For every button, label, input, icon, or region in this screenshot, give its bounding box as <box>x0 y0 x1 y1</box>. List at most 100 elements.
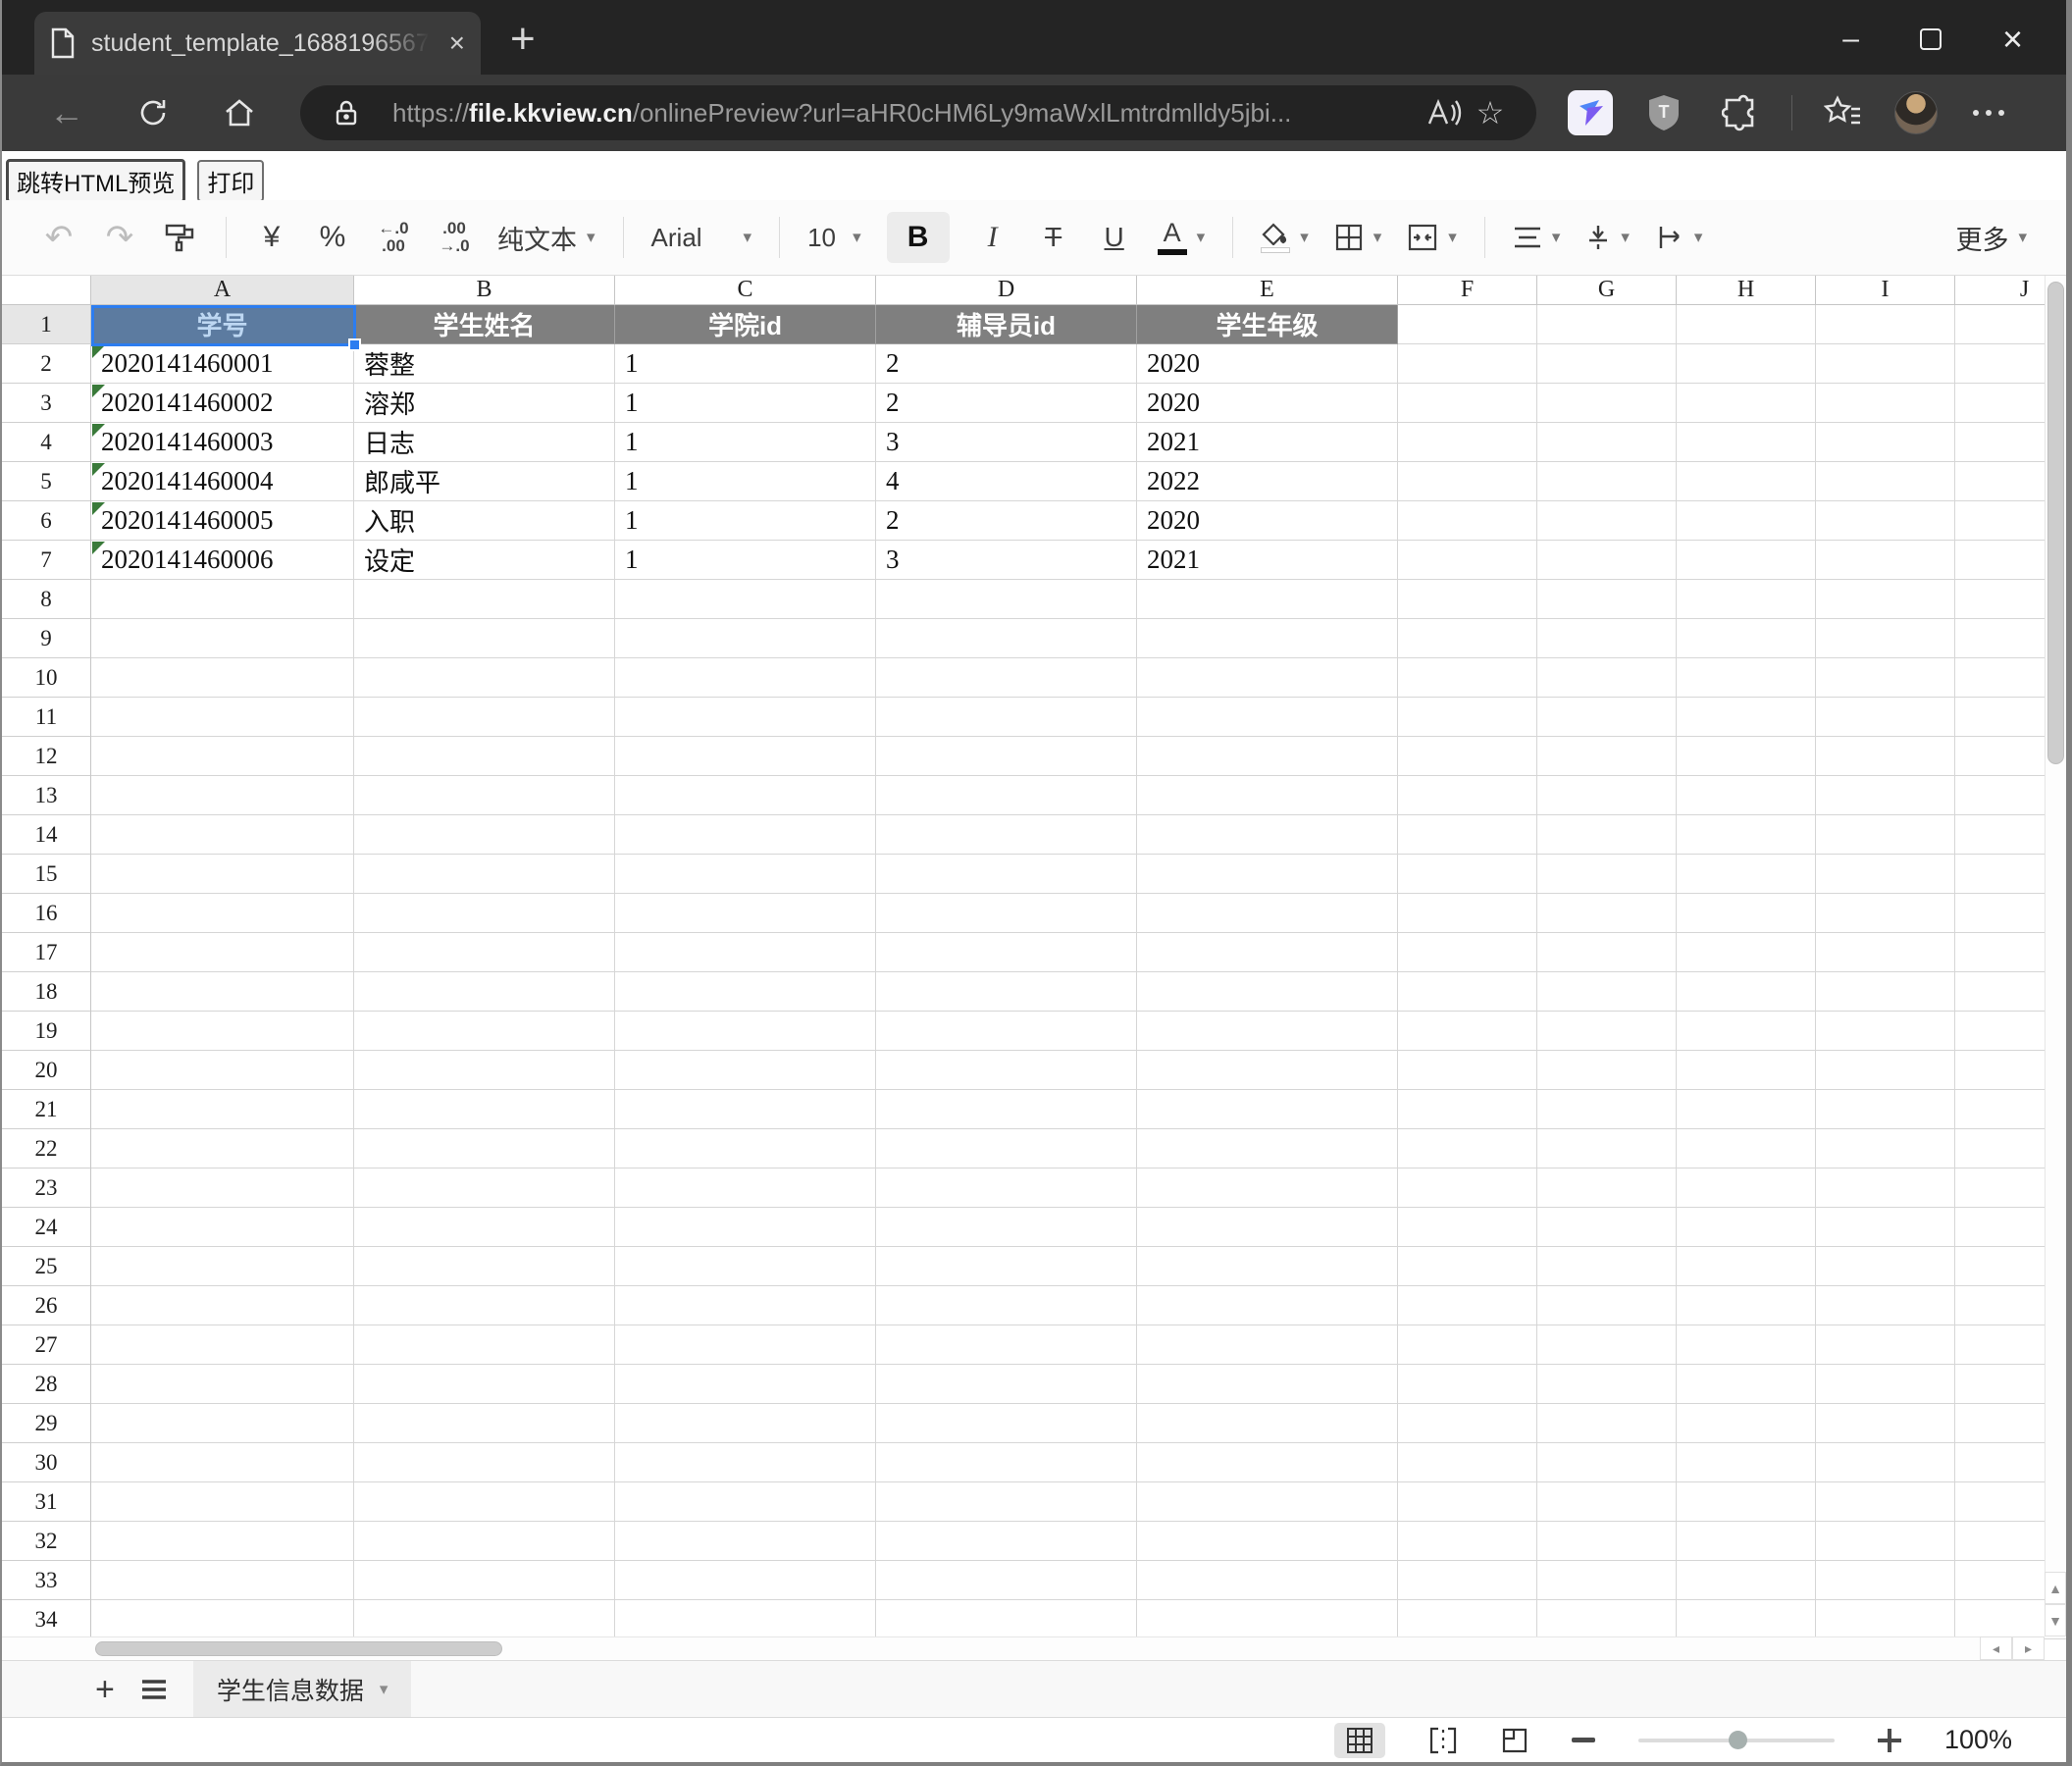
cell-D14[interactable] <box>876 815 1137 855</box>
cell-G32[interactable] <box>1537 1522 1677 1561</box>
cell-B7[interactable]: 设定 <box>354 541 615 580</box>
cell-C19[interactable] <box>615 1012 876 1051</box>
cell-A4[interactable]: 2020141460003 <box>91 423 354 462</box>
cell-B8[interactable] <box>354 580 615 619</box>
cell-F18[interactable] <box>1398 972 1537 1012</box>
cell-H16[interactable] <box>1677 894 1816 933</box>
percent-format-button[interactable]: % <box>315 212 350 263</box>
cell-A23[interactable] <box>91 1169 354 1208</box>
home-icon[interactable] <box>214 87 265 138</box>
cell-H23[interactable] <box>1677 1169 1816 1208</box>
cell-H24[interactable] <box>1677 1208 1816 1247</box>
row-header-32[interactable]: 32 <box>2 1522 91 1561</box>
cell-B1[interactable]: 学生姓名 <box>354 305 615 344</box>
cell-A2[interactable]: 2020141460001 <box>91 344 354 384</box>
cell-E19[interactable] <box>1137 1012 1398 1051</box>
cell-H5[interactable] <box>1677 462 1816 501</box>
cell-C15[interactable] <box>615 855 876 894</box>
cell-D12[interactable] <box>876 737 1137 776</box>
row-header-12[interactable]: 12 <box>2 737 91 776</box>
cell-G15[interactable] <box>1537 855 1677 894</box>
bold-button[interactable]: B <box>887 212 950 263</box>
cell-B10[interactable] <box>354 658 615 698</box>
italic-button[interactable]: I <box>975 212 1010 263</box>
cell-G26[interactable] <box>1537 1286 1677 1325</box>
cell-I32[interactable] <box>1816 1522 1955 1561</box>
cell-H33[interactable] <box>1677 1561 1816 1600</box>
text-wrap-dropdown[interactable]: ▾ <box>1655 212 1703 263</box>
sheet-list-icon[interactable] <box>140 1679 168 1700</box>
cell-H12[interactable] <box>1677 737 1816 776</box>
cell-F32[interactable] <box>1398 1522 1537 1561</box>
zoom-in-button[interactable] <box>1878 1729 1901 1752</box>
maximize-button[interactable] <box>1920 28 1942 50</box>
cell-D22[interactable] <box>876 1129 1137 1169</box>
cell-B31[interactable] <box>354 1482 615 1522</box>
row-header-33[interactable]: 33 <box>2 1561 91 1600</box>
zoom-slider[interactable] <box>1638 1739 1835 1742</box>
cell-E1[interactable]: 学生年级 <box>1137 305 1398 344</box>
cell-D30[interactable] <box>876 1443 1137 1482</box>
cell-E18[interactable] <box>1137 972 1398 1012</box>
cell-B11[interactable] <box>354 698 615 737</box>
cell-H2[interactable] <box>1677 344 1816 384</box>
cell-G24[interactable] <box>1537 1208 1677 1247</box>
cell-A1[interactable]: 学号 <box>91 305 354 344</box>
cell-G19[interactable] <box>1537 1012 1677 1051</box>
cell-I27[interactable] <box>1816 1325 1955 1365</box>
cell-F31[interactable] <box>1398 1482 1537 1522</box>
cell-H6[interactable] <box>1677 501 1816 541</box>
cell-E30[interactable] <box>1137 1443 1398 1482</box>
cell-C26[interactable] <box>615 1286 876 1325</box>
cell-E20[interactable] <box>1137 1051 1398 1090</box>
cell-H34[interactable] <box>1677 1600 1816 1639</box>
cell-E28[interactable] <box>1137 1365 1398 1404</box>
cell-D3[interactable]: 2 <box>876 384 1137 423</box>
vertical-scrollbar-thumb[interactable] <box>2047 282 2064 764</box>
cell-D27[interactable] <box>876 1325 1137 1365</box>
cell-C22[interactable] <box>615 1129 876 1169</box>
zoom-out-button[interactable] <box>1572 1738 1595 1743</box>
cell-G13[interactable] <box>1537 776 1677 815</box>
cell-A13[interactable] <box>91 776 354 815</box>
cell-D29[interactable] <box>876 1404 1137 1443</box>
cell-I26[interactable] <box>1816 1286 1955 1325</box>
cell-C10[interactable] <box>615 658 876 698</box>
cell-E5[interactable]: 2022 <box>1137 462 1398 501</box>
cell-I10[interactable] <box>1816 658 1955 698</box>
cell-C13[interactable] <box>615 776 876 815</box>
cell-I25[interactable] <box>1816 1247 1955 1286</box>
favorite-star-icon[interactable]: ☆ <box>1468 90 1513 135</box>
cell-B6[interactable]: 入职 <box>354 501 615 541</box>
cell-B25[interactable] <box>354 1247 615 1286</box>
cell-I2[interactable] <box>1816 344 1955 384</box>
cell-A29[interactable] <box>91 1404 354 1443</box>
cell-E2[interactable]: 2020 <box>1137 344 1398 384</box>
cell-D20[interactable] <box>876 1051 1137 1090</box>
cell-E27[interactable] <box>1137 1325 1398 1365</box>
cell-F2[interactable] <box>1398 344 1537 384</box>
cell-C4[interactable]: 1 <box>615 423 876 462</box>
cell-G11[interactable] <box>1537 698 1677 737</box>
cell-E32[interactable] <box>1137 1522 1398 1561</box>
cell-F25[interactable] <box>1398 1247 1537 1286</box>
cell-G28[interactable] <box>1537 1365 1677 1404</box>
scroll-right-button[interactable]: ▸ <box>2012 1636 2045 1660</box>
cell-G9[interactable] <box>1537 619 1677 658</box>
cell-A18[interactable] <box>91 972 354 1012</box>
cell-F8[interactable] <box>1398 580 1537 619</box>
sheet-tab-active[interactable]: 学生信息数据 ▾ <box>193 1661 412 1717</box>
cell-F23[interactable] <box>1398 1169 1537 1208</box>
cell-H9[interactable] <box>1677 619 1816 658</box>
underline-button[interactable]: U <box>1097 212 1132 263</box>
cell-D11[interactable] <box>876 698 1137 737</box>
cell-B21[interactable] <box>354 1090 615 1129</box>
cell-A25[interactable] <box>91 1247 354 1286</box>
row-header-28[interactable]: 28 <box>2 1365 91 1404</box>
horizontal-scrollbar[interactable] <box>2 1636 2045 1660</box>
cell-I17[interactable] <box>1816 933 1955 972</box>
increase-decimal-button[interactable]: .00→.0 <box>437 212 472 263</box>
refresh-icon[interactable] <box>128 87 179 138</box>
tampermonkey-extension-icon[interactable]: T <box>1638 87 1689 138</box>
cell-C32[interactable] <box>615 1522 876 1561</box>
